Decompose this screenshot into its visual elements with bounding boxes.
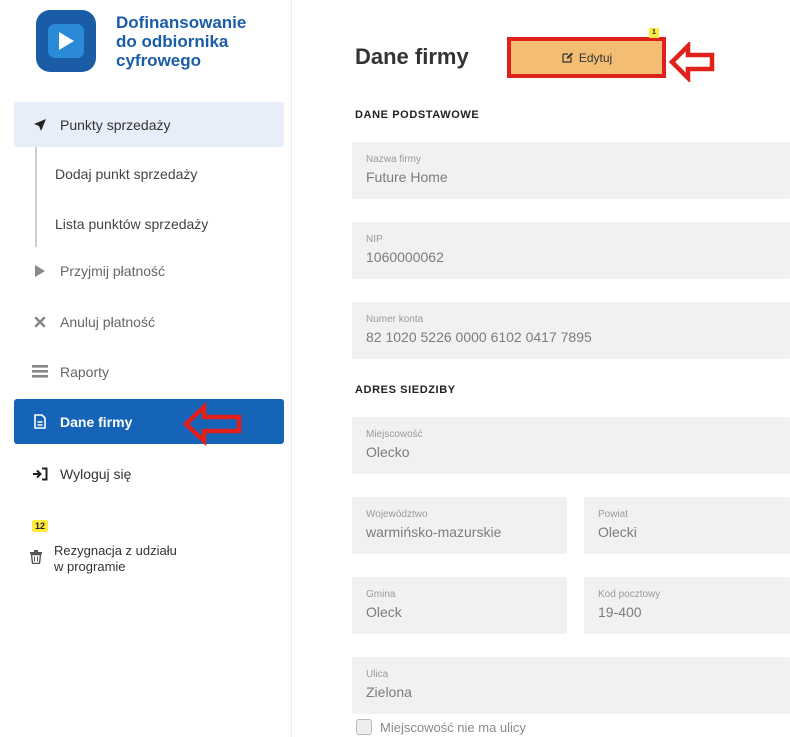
- trash-icon: [30, 550, 46, 568]
- city-field[interactable]: Miejscowość Olecko: [352, 417, 790, 474]
- brand-line-3: cyfrowego: [116, 51, 202, 70]
- annotation-arrow-left-icon: [182, 402, 242, 446]
- field-label: Nazwa firmy: [366, 154, 422, 165]
- field-label: NIP: [366, 234, 383, 245]
- commune-field[interactable]: Gmina Oleck: [352, 577, 567, 634]
- field-label: Miejscowość: [366, 429, 423, 440]
- field-label: Województwo: [366, 509, 428, 520]
- sidebar-item-cancel-payment[interactable]: Anuluj płatność: [14, 299, 284, 344]
- field-value: 82 1020 5226 0000 6102 0417 7895: [366, 329, 592, 345]
- field-label: Kod pocztowy: [598, 589, 661, 600]
- field-label: Ulica: [366, 669, 389, 680]
- field-value: Olecki: [598, 524, 637, 540]
- field-label: Gmina: [366, 589, 396, 600]
- field-value: Oleck: [366, 604, 402, 620]
- account-number-field[interactable]: Numer konta 82 1020 5226 0000 6102 0417 …: [352, 302, 790, 359]
- edit-button[interactable]: Edytuj: [517, 44, 657, 72]
- edit-button-highlight: Edytuj: [507, 37, 666, 78]
- paper-plane-icon: [30, 117, 50, 133]
- sidebar-item-label: Raporty: [60, 363, 110, 380]
- sidebar-item-reports[interactable]: Raporty: [14, 349, 284, 394]
- sidebar-subitem-sales-point-list[interactable]: Lista punktów sprzedaży: [55, 216, 208, 232]
- brand-title: Dofinansowanie do odbiornika cyfrowego: [116, 13, 246, 70]
- street-field[interactable]: Ulica Zielona: [352, 657, 790, 714]
- no-street-label: Miejscowość nie ma ulicy: [380, 719, 526, 735]
- field-value: warmińsko-mazurskie: [366, 524, 502, 540]
- times-icon: [30, 314, 50, 330]
- submenu-line: [35, 147, 37, 247]
- field-value: 1060000062: [366, 249, 444, 265]
- sidebar-item-logout[interactable]: Wyloguj się: [14, 451, 284, 496]
- postal-code-field[interactable]: Kod pocztowy 19-400: [584, 577, 790, 634]
- county-field[interactable]: Powiat Olecki: [584, 497, 790, 554]
- sign-out-icon: [30, 466, 50, 482]
- field-value: Future Home: [366, 169, 448, 185]
- field-value: Zielona: [366, 684, 412, 700]
- sidebar-item-label: Dane firmy: [60, 413, 133, 430]
- play-icon: [30, 263, 50, 279]
- resign-label: Rezygnacja z udziału w programie: [54, 543, 177, 575]
- sidebar-subitem-add-sales-point[interactable]: Dodaj punkt sprzedaży: [55, 166, 197, 182]
- annotation-badge: 12: [32, 520, 49, 532]
- section-heading-address: ADRES SIEDZIBY: [355, 384, 456, 396]
- sidebar-item-label: Przyjmij płatność: [60, 262, 166, 279]
- company-name-field[interactable]: Nazwa firmy Future Home: [352, 142, 790, 199]
- sidebar-item-sales-points[interactable]: Punkty sprzedaży: [14, 102, 284, 147]
- field-label: Powiat: [598, 509, 629, 520]
- resign-line-2: w programie: [54, 559, 126, 574]
- annotation-badge: 1: [649, 28, 659, 38]
- no-street-checkbox-row[interactable]: Miejscowość nie ma ulicy: [356, 719, 526, 735]
- annotation-arrow-left-icon: [668, 42, 715, 82]
- list-icon: [30, 364, 50, 380]
- field-label: Numer konta: [366, 314, 424, 325]
- resign-line-1: Rezygnacja z udziału: [54, 543, 177, 558]
- brand-line-2: do odbiornika: [116, 32, 229, 51]
- play-logo-icon: [48, 24, 84, 58]
- edit-button-label: Edytuj: [578, 51, 613, 65]
- nip-field[interactable]: NIP 1060000062: [352, 222, 790, 279]
- sidebar-item-label: Anuluj płatność: [60, 313, 155, 330]
- page-title: Dane firmy: [355, 44, 469, 69]
- sidebar: Dofinansowanie do odbiornika cyfrowego P…: [0, 0, 292, 737]
- sidebar-item-label: Wyloguj się: [60, 465, 132, 482]
- voivodeship-field[interactable]: Województwo warmińsko-mazurskie: [352, 497, 567, 554]
- section-heading-basic: DANE PODSTAWOWE: [355, 109, 480, 121]
- sidebar-item-accept-payment[interactable]: Przyjmij płatność: [14, 248, 284, 293]
- field-value: 19-400: [598, 604, 642, 620]
- no-street-checkbox[interactable]: [356, 719, 372, 735]
- document-icon: [30, 414, 50, 430]
- sidebar-item-label: Punkty sprzedaży: [60, 116, 171, 133]
- app-logo: [36, 10, 96, 72]
- sidebar-item-resign[interactable]: Rezygnacja z udziału w programie: [30, 543, 177, 575]
- brand-line-1: Dofinansowanie: [116, 13, 247, 32]
- edit-icon: [562, 51, 574, 66]
- field-value: Olecko: [366, 444, 410, 460]
